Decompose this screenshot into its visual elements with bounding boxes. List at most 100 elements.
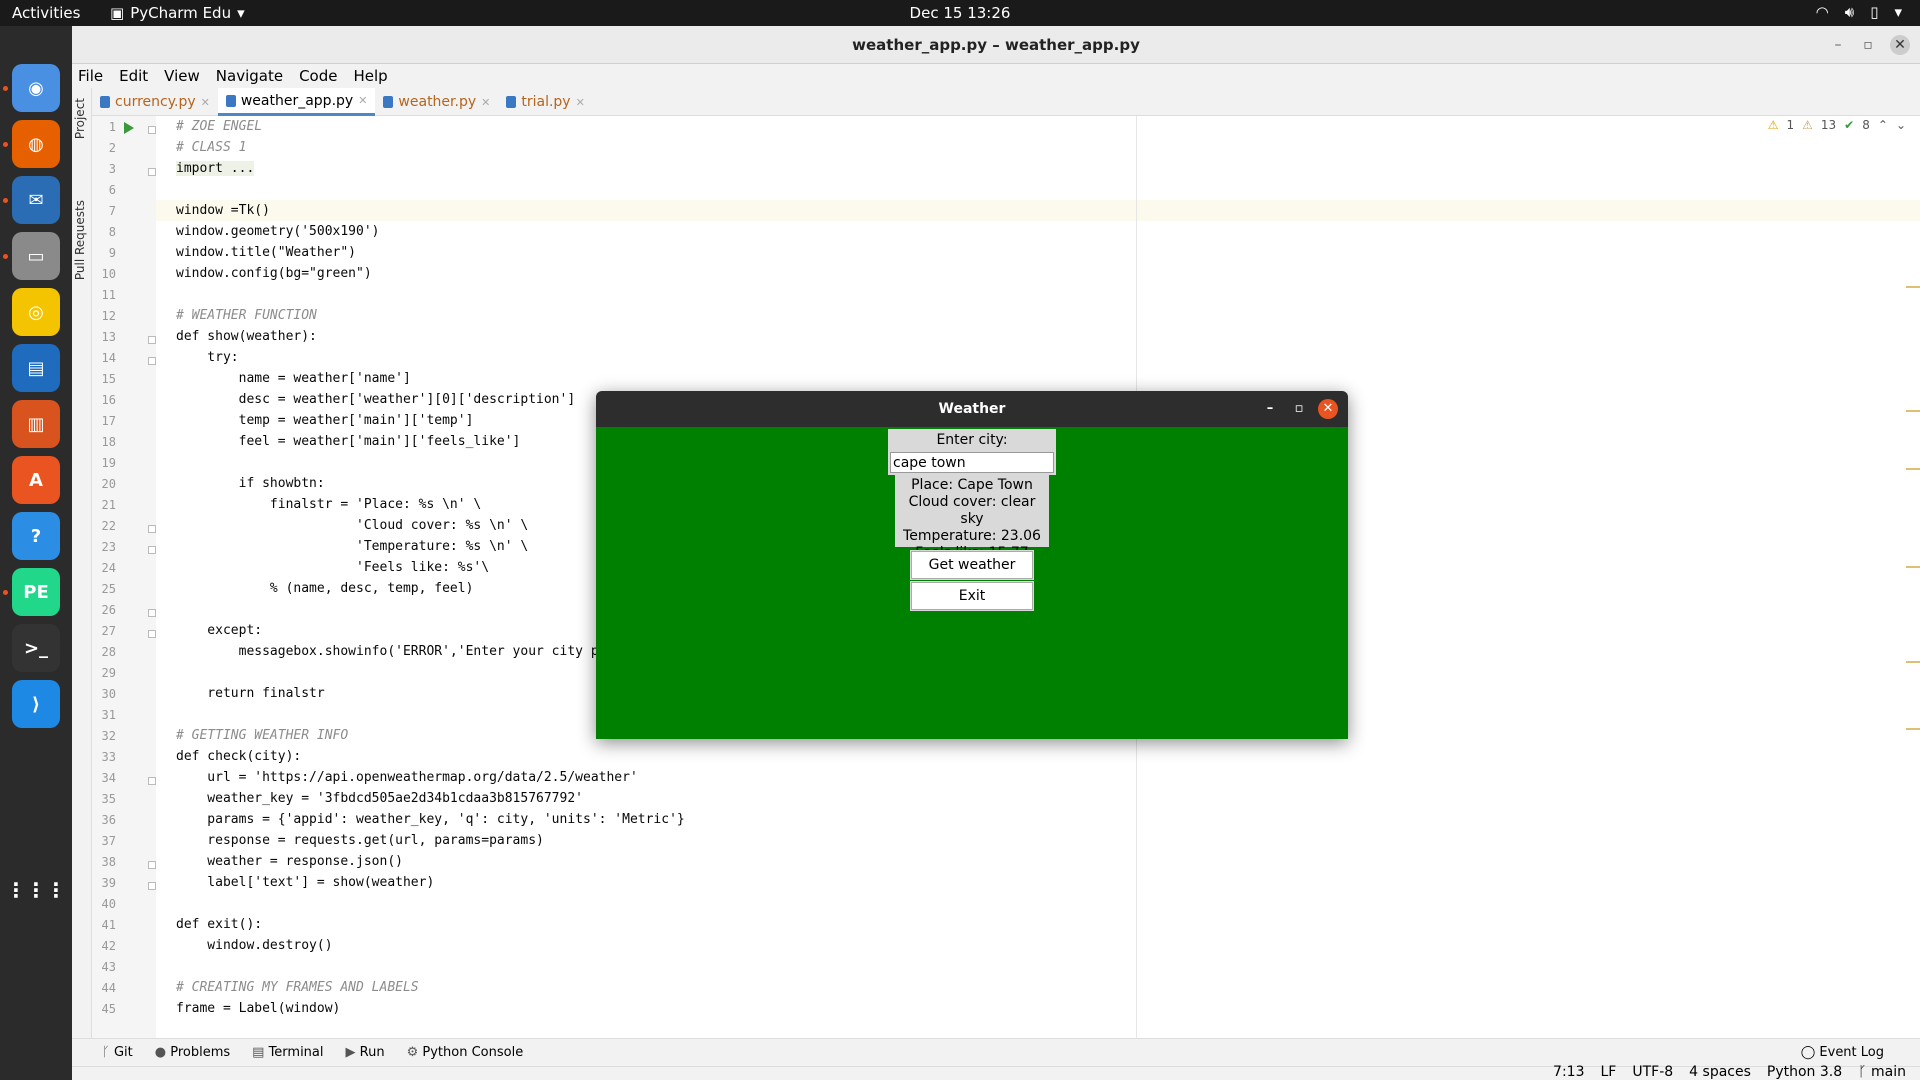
fold-marker-icon[interactable] [148,546,156,554]
clock[interactable]: Dec 15 13:26 [0,4,1920,22]
git-branch[interactable]: ᚴ main [1858,1064,1906,1080]
inspection-widget[interactable]: ⚠ 1 ⚠ 13 ✔ 8 ⌃ ⌄ [1768,118,1906,132]
code-line[interactable]: # GETTING WEATHER INFO [176,728,348,743]
fold-marker-icon[interactable] [148,630,156,638]
editor-tab-trial[interactable]: trial.py ✕ [498,88,592,116]
firefox-icon[interactable]: ◍ [12,120,60,168]
close-tab-icon[interactable]: ✕ [358,94,367,107]
code-line[interactable]: temp = weather['main']['temp'] [176,413,474,428]
line-separator[interactable]: LF [1601,1064,1617,1080]
editor-tab-weather_app[interactable]: weather_app.py ✕ [217,88,376,116]
get-weather-button[interactable]: Get weather [911,551,1033,579]
chevron-up-icon[interactable]: ⌃ [1878,118,1888,132]
help-icon[interactable]: ? [12,512,60,560]
code-line[interactable]: import ... [176,161,255,176]
close-tab-icon[interactable]: ✕ [576,96,585,109]
editor-tab-currency[interactable]: currency.py ✕ [92,88,218,116]
code-line[interactable]: window.config(bg="green") [176,266,372,281]
indent-setting[interactable]: 4 spaces [1689,1064,1751,1080]
code-line[interactable]: def show(weather): [176,329,317,344]
thunderbird-icon[interactable]: ✉ [12,176,60,224]
menu-file[interactable]: File [78,67,103,85]
code-line[interactable]: desc = weather['weather'][0]['descriptio… [176,392,576,407]
fold-marker-icon[interactable] [148,525,156,533]
tool-tab-problems[interactable]: ● Problems [155,1045,230,1060]
fold-marker-icon[interactable] [148,336,156,344]
maximize-button[interactable]: ▫ [1858,35,1878,55]
code-line[interactable]: % (name, desc, temp, feel) [176,581,474,596]
fold-marker-icon[interactable] [148,882,156,890]
vscode-icon[interactable]: ⟩ [12,680,60,728]
code-line[interactable]: weather_key = '3fbdcd505ae2d34b1cdaa3b81… [176,791,583,806]
code-line[interactable]: # CREATING MY FRAMES AND LABELS [176,980,419,995]
app-grid-icon[interactable]: ⋮⋮⋮ [6,866,66,914]
terminal-icon[interactable]: >_ [12,624,60,672]
code-line[interactable]: return finalstr [176,686,324,701]
code-line[interactable]: # WEATHER FUNCTION [176,308,317,323]
code-line[interactable]: name = weather['name'] [176,371,411,386]
menu-edit[interactable]: Edit [119,67,148,85]
code-line[interactable]: window =Tk() [176,203,270,218]
code-line[interactable]: def exit(): [176,917,262,932]
close-button[interactable]: ✕ [1890,35,1910,55]
code-line[interactable]: def check(city): [176,749,301,764]
tool-tab-python-console[interactable]: ⚙ Python Console [407,1045,524,1060]
code-line[interactable]: # CLASS 1 [176,140,246,155]
code-line[interactable]: feel = weather['main']['feels_like'] [176,434,521,449]
pull-requests-tool-tab[interactable]: Pull Requests [73,200,87,280]
code-line[interactable]: window.destroy() [176,938,332,953]
system-tray[interactable]: ◠ 🔊︎ ▯ ▾ [1816,3,1902,21]
writer-icon[interactable]: ▤ [12,344,60,392]
minimize-button[interactable]: – [1260,399,1280,419]
menu-view[interactable]: View [164,67,200,85]
code-line[interactable]: window.title("Weather") [176,245,356,260]
close-button[interactable]: ✕ [1318,399,1338,419]
code-line[interactable]: frame = Label(window) [176,1001,340,1016]
file-encoding[interactable]: UTF-8 [1632,1064,1673,1080]
code-line[interactable]: except: [176,623,262,638]
maximize-button[interactable]: ▫ [1289,399,1309,419]
files-icon[interactable]: ▭ [12,232,60,280]
app-menu-button[interactable]: ▣ PyCharm Edu ▾ [110,4,245,22]
activities-button[interactable]: Activities [12,4,80,22]
city-input[interactable] [890,452,1054,473]
chromium-icon[interactable]: ◉ [12,64,60,112]
editor-tab-weather[interactable]: weather.py ✕ [375,88,498,116]
code-line[interactable]: url = 'https://api.openweathermap.org/da… [176,770,637,785]
code-line[interactable]: params = {'appid': weather_key, 'q': cit… [176,812,684,827]
code-line[interactable]: try: [176,350,238,365]
tool-tab-git[interactable]: ᚴ Git [102,1045,133,1060]
fold-marker-icon[interactable] [148,861,156,869]
chevron-down-icon[interactable]: ⌄ [1896,118,1906,132]
exit-button[interactable]: Exit [911,582,1033,610]
pycharm-edu-icon[interactable]: PE [12,568,60,616]
code-line[interactable]: if showbtn: [176,476,325,491]
code-line[interactable]: window.geometry('500x190') [176,224,380,239]
menu-navigate[interactable]: Navigate [216,67,283,85]
weather-window-titlebar[interactable]: Weather – ▫ ✕ [596,391,1348,427]
fold-marker-icon[interactable] [148,357,156,365]
code-line[interactable]: response = requests.get(url, params=para… [176,833,544,848]
code-line[interactable]: 'Temperature: %s \n' \ [176,539,528,554]
python-interpreter[interactable]: Python 3.8 [1767,1064,1842,1080]
fold-marker-icon[interactable] [148,126,156,134]
fold-marker-icon[interactable] [148,609,156,617]
caret-position[interactable]: 7:13 [1553,1064,1584,1080]
code-line[interactable]: weather = response.json() [176,854,403,869]
fold-marker-icon[interactable] [148,777,156,785]
run-gutter-icon[interactable] [124,122,134,134]
app-center-icon[interactable]: A [12,456,60,504]
tool-tab-terminal[interactable]: ▤ Terminal [252,1045,323,1060]
project-tool-tab[interactable]: Project [73,98,87,139]
code-line[interactable]: finalstr = 'Place: %s \n' \ [176,497,481,512]
event-log-button[interactable]: ◯ Event Log [1801,1045,1884,1060]
close-tab-icon[interactable]: ✕ [481,96,490,109]
rhythmbox-icon[interactable]: ◎ [12,288,60,336]
code-line[interactable]: 'Cloud cover: %s \n' \ [176,518,528,533]
minimize-button[interactable]: – [1828,35,1848,55]
menu-help[interactable]: Help [353,67,387,85]
code-line[interactable]: label['text'] = show(weather) [176,875,434,890]
code-line[interactable]: messagebox.showinfo('ERROR','Enter your … [176,644,607,659]
impress-icon[interactable]: ▥ [12,400,60,448]
menu-code[interactable]: Code [299,67,337,85]
